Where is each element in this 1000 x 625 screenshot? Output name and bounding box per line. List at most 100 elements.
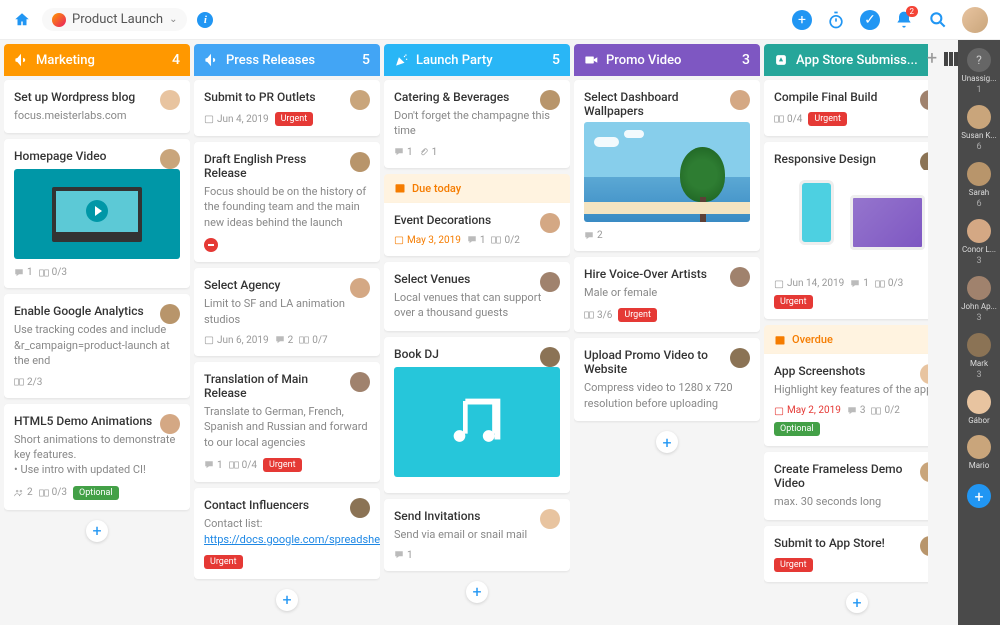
- comments-count: 1: [394, 550, 413, 561]
- task-card[interactable]: Hire Voice-Over ArtistsMale or female3/6…: [574, 257, 760, 332]
- task-card[interactable]: Event DecorationsMay 3, 201910/2: [384, 203, 570, 256]
- task-card[interactable]: HTML5 Demo AnimationsShort animations to…: [4, 404, 190, 510]
- task-card[interactable]: Select VenuesLocal venues that can suppo…: [384, 262, 570, 331]
- task-card[interactable]: Responsive DesignJun 14, 201910/3Urgent: [764, 142, 928, 319]
- board-view-icon[interactable]: [943, 51, 959, 67]
- add-column-button[interactable]: +: [927, 48, 937, 69]
- card-meta: 20/3Optional: [14, 486, 180, 500]
- notification-badge: 2: [906, 6, 919, 17]
- card-title: Enable Google Analytics: [14, 304, 180, 318]
- timer-icon[interactable]: [826, 10, 846, 30]
- sidebar-member[interactable]: ?Unassig...1: [958, 48, 1000, 95]
- add-card-button[interactable]: +: [276, 589, 298, 611]
- task-card[interactable]: Enable Google AnalyticsUse tracking code…: [4, 294, 190, 397]
- home-icon[interactable]: [12, 10, 32, 30]
- member-name: Unassig...: [959, 74, 999, 83]
- card-meta: 10/4Urgent: [204, 458, 370, 472]
- tag-optional: Optional: [774, 422, 820, 436]
- due-date: Jun 14, 2019: [774, 278, 844, 289]
- task-card[interactable]: Translation of Main ReleaseTranslate to …: [194, 362, 380, 482]
- comments-count: 1: [204, 460, 223, 471]
- member-name: Mario: [959, 461, 999, 470]
- info-icon[interactable]: i: [197, 12, 213, 28]
- checklist-progress: 0/3: [875, 278, 903, 289]
- check-button[interactable]: ✓: [860, 10, 880, 30]
- members-sidebar: ?Unassig...1Susan K...6Sarah6Conor L...3…: [958, 40, 1000, 625]
- sidebar-member[interactable]: Gábor: [958, 390, 1000, 425]
- tag-urgent: Urgent: [263, 458, 302, 472]
- kanban-board: Marketing 4 Set up Wordpress blogfocus.mei…: [0, 40, 928, 625]
- task-card[interactable]: Select Agency Limit to SF and LA animatio…: [194, 268, 380, 356]
- checklist-progress: 0/4: [774, 114, 802, 125]
- task-card[interactable]: Compile Final Build0/4Urgent: [764, 80, 928, 136]
- attachments-count: 1: [419, 147, 438, 158]
- member-name: Conor L...: [959, 245, 999, 254]
- assignee-avatar: [350, 90, 370, 110]
- task-card[interactable]: Contact InfluencersContact list:https://…: [194, 488, 380, 579]
- member-avatar: [967, 276, 991, 300]
- member-task-count: 3: [976, 313, 981, 323]
- member-avatar: [967, 333, 991, 357]
- user-avatar[interactable]: [962, 7, 988, 33]
- sidebar-member[interactable]: Mark3: [958, 333, 1000, 380]
- project-name: Product Launch: [72, 12, 163, 27]
- sidebar-member[interactable]: Conor L...3: [958, 219, 1000, 266]
- card-meta: Jun 6, 201920/7: [204, 335, 370, 346]
- board-column: Press Releases5 Submit to PR OutletsJun 4…: [194, 44, 380, 621]
- column-header[interactable]: Launch Party5: [384, 44, 570, 76]
- due-date: Jun 4, 2019: [204, 114, 269, 125]
- card-title: App Screenshots: [774, 364, 928, 378]
- add-card-button[interactable]: +: [846, 592, 868, 613]
- add-card-button[interactable]: +: [656, 431, 678, 453]
- member-avatar: [967, 219, 991, 243]
- column-header[interactable]: Press Releases5: [194, 44, 380, 76]
- task-card[interactable]: Set up Wordpress blogfocus.meisterlabs.c…: [4, 80, 190, 133]
- member-task-count: 1: [976, 85, 981, 95]
- task-card[interactable]: Create Frameless Demo Videomax. 30 secon…: [764, 452, 928, 519]
- column-count: 4: [172, 52, 180, 68]
- sidebar-member[interactable]: John Ap... 3: [958, 276, 1000, 323]
- task-card[interactable]: Draft English Press ReleaseFocus should …: [194, 142, 380, 262]
- column-header[interactable]: App Store Submiss...5: [764, 44, 928, 76]
- external-link[interactable]: https://docs.google.com/spreadsheets/d/1…: [204, 533, 380, 546]
- task-card[interactable]: Book DJ: [384, 337, 570, 493]
- sidebar-member[interactable]: Susan K...6: [958, 105, 1000, 152]
- add-button[interactable]: +: [792, 10, 812, 30]
- add-member-button[interactable]: +: [967, 484, 991, 508]
- blocked-icon: [204, 238, 218, 252]
- due-date: May 3, 2019: [394, 235, 461, 246]
- member-name: John Ap...: [959, 302, 999, 311]
- task-card[interactable]: App ScreenshotsHighlight key features of…: [764, 354, 928, 446]
- checklist-progress: 0/7: [299, 335, 327, 346]
- card-description: Limit to SF and LA animation studios: [204, 296, 370, 327]
- card-meta: May 3, 201910/2: [394, 235, 560, 246]
- add-card-button[interactable]: +: [86, 520, 108, 542]
- card-description: max. 30 seconds long: [774, 494, 928, 509]
- card-title: Select Dashboard Wallpapers: [584, 90, 750, 118]
- task-card[interactable]: Homepage Video10/3: [4, 139, 190, 288]
- search-icon[interactable]: [928, 10, 948, 30]
- task-card[interactable]: Upload Promo Video to WebsiteCompress vi…: [574, 338, 760, 421]
- notifications-icon[interactable]: 2: [894, 10, 914, 30]
- card-title: Upload Promo Video to Website: [584, 348, 750, 376]
- task-card[interactable]: Catering & BeveragesDon't forget the cha…: [384, 80, 570, 168]
- column-title: App Store Submiss...: [796, 53, 918, 68]
- project-selector[interactable]: Product Launch ⌄: [42, 8, 187, 31]
- column-header[interactable]: Promo Video3: [574, 44, 760, 76]
- task-card[interactable]: Submit to PR OutletsJun 4, 2019Urgent: [194, 80, 380, 136]
- card-meta: Urgent: [774, 558, 928, 572]
- column-title: Marketing: [36, 53, 95, 68]
- sidebar-member[interactable]: Mario: [958, 435, 1000, 470]
- task-card[interactable]: Submit to App Store!Urgent: [764, 526, 928, 582]
- comments-count: 1: [850, 278, 869, 289]
- task-card[interactable]: Send InvitationsSend via email or snail …: [384, 499, 570, 571]
- member-task-count: 6: [976, 199, 981, 209]
- card-title: Book DJ: [394, 347, 560, 361]
- add-card-button[interactable]: +: [466, 581, 488, 603]
- task-card[interactable]: Select Dashboard Wallpapers2: [574, 80, 760, 251]
- board-column: Launch Party5 Catering & BeveragesDon't f…: [384, 44, 570, 621]
- card-title: Select Agency: [204, 278, 370, 292]
- project-color-dot: [52, 13, 66, 27]
- column-header[interactable]: Marketing 4: [4, 44, 190, 76]
- sidebar-member[interactable]: Sarah6: [958, 162, 1000, 209]
